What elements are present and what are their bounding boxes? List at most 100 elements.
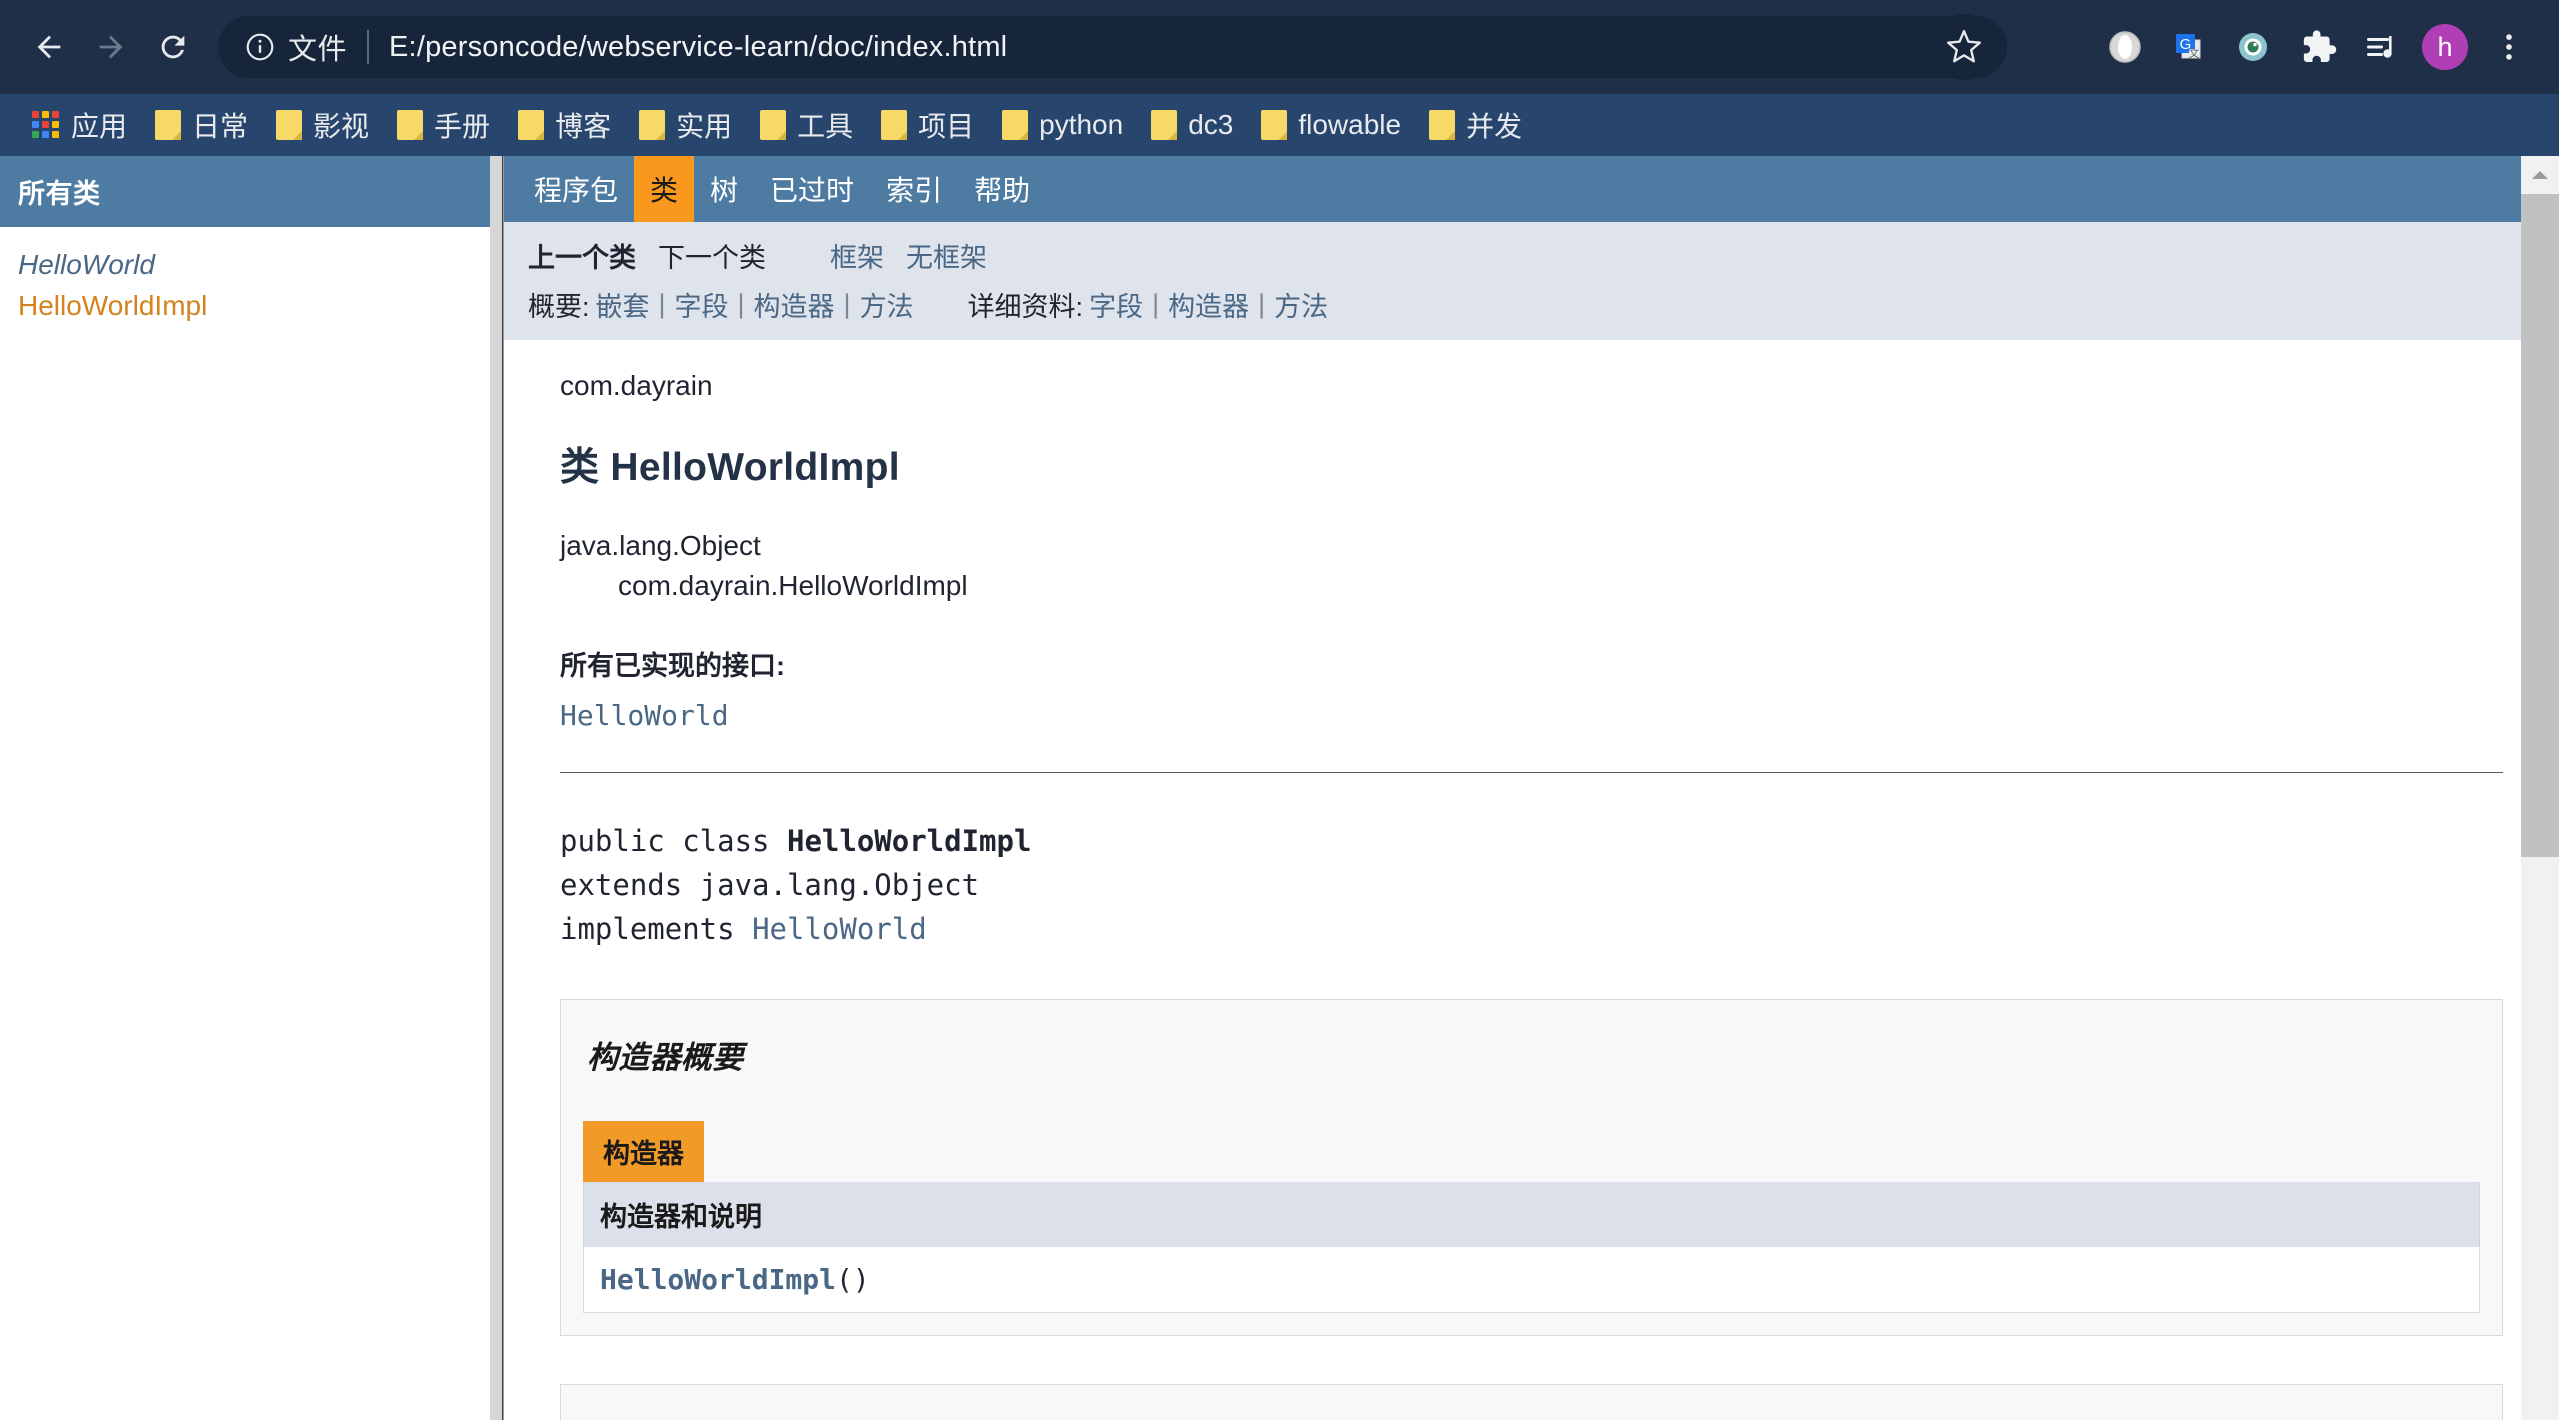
bookmark-folder-3[interactable]: 手册 [383,94,504,156]
separator: | [843,289,851,319]
bookmark-folder-4[interactable]: 博客 [504,94,625,156]
tab-classes[interactable]: 类 [634,156,695,222]
no-frames-link[interactable]: 无框架 [906,236,987,275]
bookmark-folder-10[interactable]: flowable [1247,94,1415,156]
bookmark-folder-7[interactable]: 项目 [867,94,988,156]
sidebar-item-helloworld[interactable]: HelloWorld [18,245,485,286]
method-summary-panel: 方法概要 所有方法 实例方法 具体方法 [560,1383,2503,1420]
bookmark-folder-2[interactable]: 影视 [262,94,383,156]
bookmark-label: 并发 [1466,111,1523,142]
folder-icon [760,110,787,140]
implemented-interfaces-label: 所有已实现的接口: [560,650,785,681]
summary-nested-link[interactable]: 嵌套 [596,285,650,324]
separator: | [658,289,666,319]
implemented-interface-link[interactable]: HelloWorld [560,699,2503,732]
constructor-name[interactable]: HelloWorldImpl [600,1263,836,1296]
bookmark-label: 实用 [676,111,733,142]
folder-icon [397,110,424,140]
tab-help[interactable]: 帮助 [958,156,1046,222]
bookmark-folder-11[interactable]: 并发 [1415,94,1536,156]
bookmark-label: 应用 [71,111,128,142]
bookmark-folder-9[interactable]: dc3 [1137,94,1247,156]
media-playlist-button[interactable] [2349,15,2413,79]
back-arrow-icon [37,35,61,59]
declaration-class-name: HelloWorldImpl [786,823,1032,858]
bookmark-apps[interactable]: 应用 [18,94,141,156]
doc-subnav-row-1: 上一个类 下一个类 框架 无框架 [528,236,2535,275]
all-classes-frame: 所有类 HelloWorld HelloWorldImpl [0,156,504,1420]
opera-extension-button[interactable] [2093,15,2157,79]
prev-class-link[interactable]: 上一个类 [528,236,636,275]
omnibox-divider [367,30,370,64]
declaration-implements-kw: implements [560,911,753,946]
class-doc-frame: 程序包 类 树 已过时 索引 帮助 上一个类 下一个类 框架 无框架 概要: 嵌… [504,156,2559,1420]
separator: | [1258,289,1266,319]
summary-constructor-link[interactable]: 构造器 [754,285,835,324]
sidebar-item-helloworldimpl[interactable]: HelloWorldImpl [18,286,485,327]
tab-index[interactable]: 索引 [870,156,958,222]
star-icon [1946,29,1982,63]
doc-sub-nav: 上一个类 下一个类 框架 无框架 概要: 嵌套 | 字段 | 构造器 | 方法 … [504,222,2559,340]
adblock-button[interactable] [2221,15,2285,79]
opera-extension-icon [2109,31,2141,63]
doc-subnav-row-2: 概要: 嵌套 | 字段 | 构造器 | 方法 详细资料: 字段 | 构造器 | … [528,275,2535,336]
profile-button[interactable]: h [2413,15,2477,79]
bookmark-star-button[interactable] [1931,14,1997,80]
folder-icon [1002,110,1029,140]
section-divider [560,771,2503,773]
folder-icon [1429,110,1456,140]
reload-button[interactable] [142,16,204,78]
summary-field-link[interactable]: 字段 [675,285,729,324]
bookmark-label: python [1039,109,1124,140]
bookmark-label: 项目 [918,111,975,142]
doc-top-nav: 程序包 类 树 已过时 索引 帮助 [504,156,2559,222]
avatar: h [2422,24,2468,70]
folder-icon [155,110,182,140]
address-bar[interactable]: 文件 E:/personcode/webservice-learn/doc/in… [218,16,2007,78]
constructor-tabs: 构造器 [583,1120,2480,1182]
bookmark-label: flowable [1298,109,1402,140]
chrome-menu-button[interactable] [2477,15,2541,79]
folder-icon [1261,110,1288,140]
svg-text:文: 文 [2189,46,2200,60]
page-scrollbar[interactable] [2521,156,2559,1420]
google-translate-button[interactable]: G 文 [2157,15,2221,79]
constructor-summary-panel: 构造器概要 构造器 构造器和说明 HelloWorldImpl() [560,998,2503,1336]
table-row: HelloWorldImpl() [583,1246,2480,1313]
tab-deprecated[interactable]: 已过时 [754,156,870,222]
declaration-interface-link[interactable]: HelloWorld [752,912,927,946]
info-circle-icon[interactable] [244,31,276,63]
bookmark-label: 工具 [797,111,854,142]
declaration-modifiers: public class [560,823,787,858]
scroll-thumb[interactable] [2521,194,2559,857]
bookmark-folder-6[interactable]: 工具 [746,94,867,156]
reload-icon [161,35,185,59]
tab-packages[interactable]: 程序包 [518,156,634,222]
frame-divider[interactable] [502,156,503,1420]
extensions-button[interactable] [2285,15,2349,79]
folder-icon [639,110,666,140]
tab-tree[interactable]: 树 [694,156,754,222]
bookmark-folder-5[interactable]: 实用 [625,94,746,156]
declaration-line-2: extends java.lang.Object [560,867,980,902]
inheritance-level-1: java.lang.Object [560,530,761,561]
back-button[interactable] [18,16,80,78]
frames-link[interactable]: 框架 [830,236,884,275]
page-viewport: 所有类 HelloWorld HelloWorldImpl 程序包 类 树 已过… [0,156,2559,1420]
detail-field-link[interactable]: 字段 [1089,285,1143,324]
forward-button[interactable] [80,16,142,78]
next-class-link[interactable]: 下一个类 [658,236,766,275]
detail-constructor-link[interactable]: 构造器 [1168,285,1249,324]
detail-method-link[interactable]: 方法 [1274,285,1328,324]
bookmark-label: 日常 [192,111,249,142]
url-text[interactable]: E:/personcode/webservice-learn/doc/index… [389,31,1007,64]
constructor-summary-title: 构造器概要 [587,1039,744,1075]
folder-icon [881,110,908,140]
scroll-up-button[interactable] [2521,156,2559,194]
bookmark-folder-1[interactable]: 日常 [141,94,262,156]
tab-constructors[interactable]: 构造器 [583,1120,704,1182]
bookmark-folder-8[interactable]: python [988,94,1137,156]
summary-method-link[interactable]: 方法 [860,285,914,324]
bookmark-label: 影视 [313,111,370,142]
separator: | [1152,289,1160,319]
